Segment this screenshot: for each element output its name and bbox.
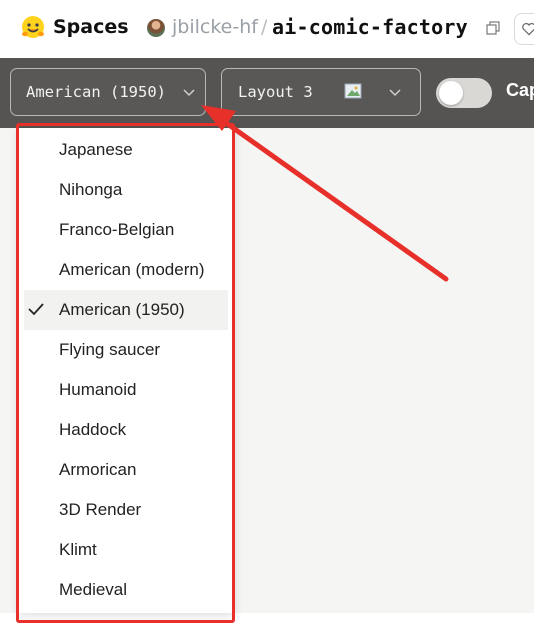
dropdown-option-label: Japanese bbox=[59, 140, 133, 159]
dropdown-option[interactable]: Japanese bbox=[24, 130, 228, 170]
caption-toggle[interactable] bbox=[436, 78, 492, 108]
dropdown-option-label: Medieval bbox=[59, 580, 128, 599]
path-separator: / bbox=[261, 16, 268, 38]
dropdown-option[interactable]: Flying saucer bbox=[24, 330, 228, 370]
dropdown-option[interactable]: American (modern) bbox=[24, 250, 228, 290]
dropdown-option[interactable]: Franco-Belgian bbox=[24, 210, 228, 250]
dropdown-option-label: Franco-Belgian bbox=[59, 220, 175, 239]
layout-select-value: Layout 3 bbox=[238, 83, 313, 101]
owner-avatar[interactable] bbox=[147, 19, 165, 37]
toggle-knob bbox=[439, 81, 463, 105]
dropdown-option[interactable]: Armorican bbox=[24, 450, 228, 490]
like-button[interactable] bbox=[514, 13, 534, 45]
dropdown-option[interactable]: American (1950) bbox=[24, 290, 228, 330]
heart-icon bbox=[522, 22, 534, 36]
dropdown-option-label: Klimt bbox=[59, 540, 97, 559]
style-select[interactable]: American (1950) bbox=[10, 68, 206, 116]
hugging-face-logo-icon[interactable] bbox=[20, 14, 46, 40]
dropdown-option[interactable]: Klimt bbox=[24, 530, 228, 570]
app-toolbar: American (1950) Layout 3 Cap bbox=[0, 58, 534, 128]
copy-icon[interactable] bbox=[486, 21, 500, 35]
hf-header: Spaces jbilcke-hf / ai-comic-factory bbox=[0, 0, 534, 58]
broken-image-icon bbox=[344, 83, 362, 99]
dropdown-option[interactable]: Medieval bbox=[24, 570, 228, 610]
spaces-link[interactable]: Spaces bbox=[53, 16, 129, 38]
caption-label: Cap bbox=[506, 80, 534, 100]
repo-name[interactable]: ai-comic-factory bbox=[272, 15, 468, 39]
check-icon bbox=[28, 303, 44, 316]
dropdown-option-label: American (modern) bbox=[59, 260, 205, 279]
dropdown-option-label: Armorican bbox=[59, 460, 137, 479]
dropdown-option[interactable]: Nihonga bbox=[24, 170, 228, 210]
dropdown-option-label: Haddock bbox=[59, 420, 127, 439]
dropdown-option-label: American (1950) bbox=[59, 300, 185, 319]
chevron-down-icon bbox=[389, 89, 401, 97]
dropdown-option[interactable]: Humanoid bbox=[24, 370, 228, 410]
dropdown-option-label: Humanoid bbox=[59, 380, 137, 399]
style-dropdown-menu: Japanese Nihonga Franco-Belgian American (m… bbox=[19, 128, 234, 613]
dropdown-option[interactable]: 3D Render bbox=[24, 490, 228, 530]
owner-link[interactable]: jbilcke-hf bbox=[172, 16, 258, 38]
dropdown-option-label: Flying saucer bbox=[59, 340, 161, 359]
dropdown-option[interactable]: Haddock bbox=[24, 410, 228, 450]
chevron-down-icon bbox=[183, 89, 195, 97]
layout-select[interactable]: Layout 3 bbox=[221, 68, 421, 116]
dropdown-option-label: 3D Render bbox=[59, 500, 142, 519]
dropdown-option-label: Nihonga bbox=[59, 180, 123, 199]
style-select-value: American (1950) bbox=[26, 83, 166, 101]
